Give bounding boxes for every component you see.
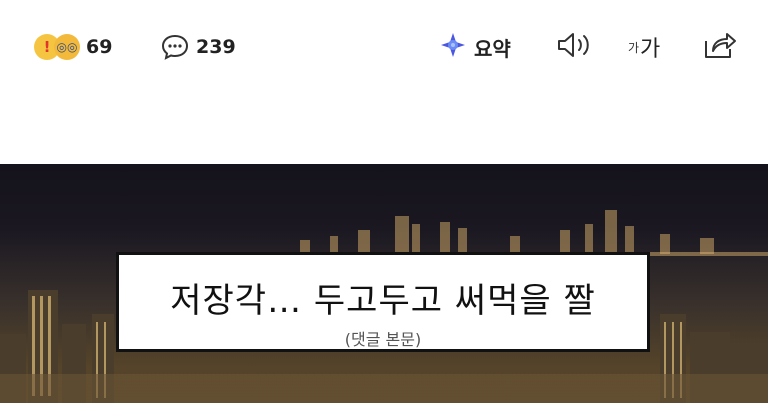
article-toolbar: ! ◎◎ 69 239 요약 가 가 [0, 0, 768, 100]
comment-count: 239 [196, 36, 236, 58]
speech-bubble-icon [160, 33, 190, 61]
ai-sparkle-icon [438, 30, 468, 64]
comment-button[interactable]: 239 [160, 30, 236, 64]
font-size-large-label: 가 [640, 37, 661, 62]
share-icon [702, 29, 738, 65]
read-aloud-button[interactable] [555, 30, 593, 64]
font-size-small-label: 가 [628, 40, 640, 55]
thinking-emoji-icon: ◎◎ [54, 34, 80, 60]
summary-button[interactable]: 요약 [438, 30, 511, 64]
speaker-icon [555, 30, 593, 64]
share-button[interactable] [702, 30, 738, 64]
font-size-button[interactable]: 가 가 [628, 30, 660, 64]
caption-title: 저장각… 두고두고 써먹을 짤 [170, 281, 596, 321]
meme-caption-box: 저장각… 두고두고 써먹을 짤 (댓글 본문) [116, 252, 650, 352]
reaction-summary[interactable]: ! ◎◎ 69 [34, 30, 112, 64]
summary-label: 요약 [474, 36, 511, 61]
reaction-count: 69 [86, 36, 113, 58]
caption-subtitle: (댓글 본문) [344, 330, 422, 349]
